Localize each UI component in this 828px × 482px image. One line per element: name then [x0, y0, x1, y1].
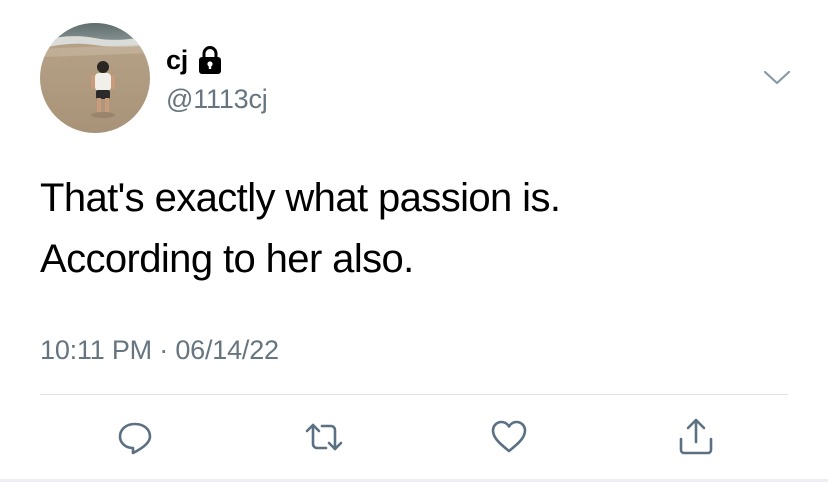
author-handle[interactable]: @1113cj — [166, 83, 268, 115]
retweet-icon — [305, 423, 343, 451]
share-button[interactable] — [671, 412, 721, 462]
reply-icon — [118, 422, 152, 455]
more-options-button[interactable] — [760, 62, 794, 92]
heart-icon — [491, 420, 527, 453]
chevron-down-icon — [763, 70, 791, 85]
retweet-button[interactable] — [299, 412, 349, 462]
tweet-timestamp[interactable]: 10:11 PM · 06/14/22 — [40, 333, 279, 367]
action-bar — [0, 412, 828, 462]
avatar-photo — [40, 23, 150, 133]
display-name[interactable]: cj — [166, 44, 188, 76]
tweet-text-line: According to her also. — [40, 237, 414, 281]
reply-button[interactable] — [110, 412, 160, 462]
lock-icon — [198, 46, 221, 74]
divider — [40, 394, 788, 395]
avatar[interactable] — [40, 23, 150, 133]
author-name-row[interactable]: cj — [166, 44, 224, 76]
share-icon — [679, 418, 713, 455]
tweet-text-line: That's exactly what passion is. — [40, 176, 561, 220]
tweet-text: That's exactly what passion is. Accordin… — [40, 168, 800, 290]
like-button[interactable] — [484, 412, 534, 462]
